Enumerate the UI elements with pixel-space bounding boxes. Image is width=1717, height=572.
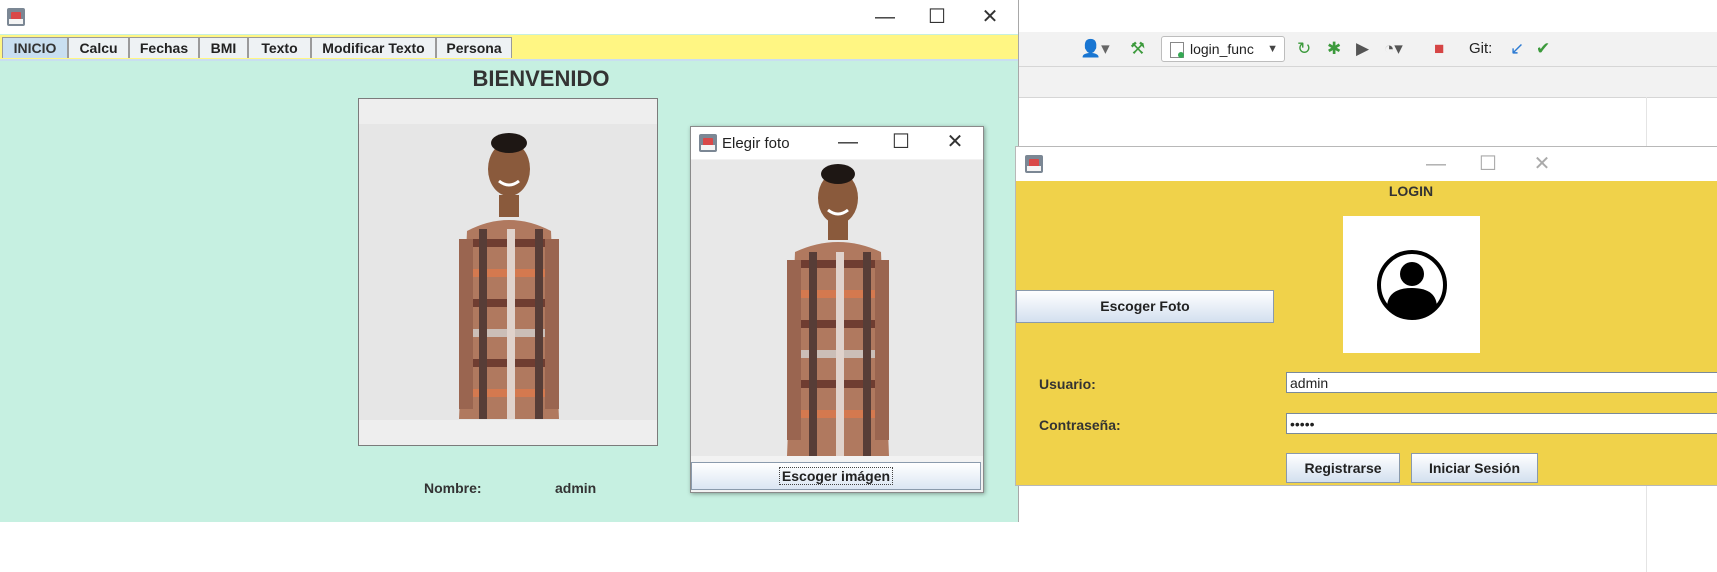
tab-inicio[interactable]: INICIO — [2, 37, 68, 58]
login-heading: LOGIN — [1388, 183, 1434, 199]
photo-preview — [691, 160, 983, 456]
stop-icon[interactable]: ■ — [1434, 40, 1444, 58]
git-label: Git: — [1469, 40, 1493, 57]
run-config-label: login_func — [1190, 41, 1254, 57]
name-label: Nombre: — [424, 480, 482, 496]
coverage-icon[interactable]: ▶ — [1356, 40, 1369, 58]
welcome-heading: BIENVENIDO — [472, 66, 610, 91]
choose-image-label: Escoger imágen — [778, 467, 894, 485]
java-app-icon — [1025, 155, 1043, 173]
minimize-icon[interactable]: — — [825, 126, 871, 158]
username-label: Usuario: — [1039, 376, 1096, 392]
maximize-icon[interactable]: ☐ — [878, 126, 924, 158]
chevron-down-icon: ▼ — [1267, 43, 1278, 55]
status-dot-icon — [1178, 52, 1184, 58]
tab-panel-border — [0, 59, 1018, 61]
debug-bug-icon[interactable]: ✱ — [1327, 40, 1341, 58]
profile-icon[interactable]: ◔▾ — [1384, 40, 1403, 58]
close-icon[interactable]: ✕ — [1519, 147, 1565, 181]
main-titlebar: — ☐ ✕ — [0, 0, 1018, 34]
build-hammer-icon[interactable]: ⚒ — [1130, 40, 1145, 58]
ide-toolbar: 👤▾ ⚒ login_func ▼ ↻ ✱ ▶ ◔▾ ■ Git: ↙ ✔ — [1018, 32, 1717, 67]
dialog-titlebar: Elegir foto — ☐ ✕ — [691, 127, 983, 159]
avatar — [1343, 216, 1480, 353]
java-app-icon — [699, 134, 717, 152]
java-app-icon — [7, 8, 25, 26]
tab-fechas[interactable]: Fechas — [129, 37, 199, 58]
profile-photo — [358, 98, 658, 446]
git-commit-check-icon[interactable]: ✔ — [1536, 40, 1550, 58]
choose-photo-dialog: Elegir foto — ☐ ✕ Escoger imágen — [690, 126, 984, 493]
tab-modificar-texto[interactable]: Modificar Texto — [311, 37, 436, 58]
user-avatar-icon — [1377, 250, 1447, 320]
tab-bmi[interactable]: BMI — [199, 37, 248, 58]
login-titlebar: — ☐ ✕ — [1016, 147, 1717, 181]
rerun-icon[interactable]: ↻ — [1297, 40, 1311, 58]
person-photo-image — [359, 99, 657, 445]
tab-calcu[interactable]: Calcu — [68, 37, 129, 58]
password-field[interactable] — [1286, 413, 1717, 434]
maximize-icon[interactable]: ☐ — [1465, 147, 1511, 181]
password-label: Contraseña: — [1039, 417, 1121, 433]
tab-texto[interactable]: Texto — [248, 37, 311, 58]
minimize-icon[interactable]: — — [1413, 147, 1459, 181]
user-icon[interactable]: 👤▾ — [1080, 40, 1110, 58]
choose-image-button[interactable]: Escoger imágen — [691, 462, 981, 490]
username-field[interactable] — [1286, 372, 1717, 393]
close-icon[interactable]: ✕ — [967, 0, 1013, 34]
run-config-dropdown[interactable]: login_func ▼ — [1161, 36, 1285, 62]
name-value: admin — [555, 480, 597, 496]
register-button[interactable]: Registrarse — [1286, 453, 1400, 483]
login-window: — ☐ ✕ LOGIN Escoger Foto Usuario: Contra… — [1015, 146, 1717, 486]
ide-title-strip — [1018, 0, 1717, 32]
close-icon[interactable]: ✕ — [932, 126, 978, 158]
login-button[interactable]: Iniciar Sesión — [1411, 453, 1538, 483]
minimize-icon[interactable]: — — [862, 0, 908, 34]
person-preview-image — [691, 160, 983, 456]
tab-bar: INICIO Calcu Fechas BMI Texto Modificar … — [0, 35, 1018, 59]
dialog-title: Elegir foto — [722, 135, 790, 152]
choose-photo-button[interactable]: Escoger Foto — [1016, 290, 1274, 323]
tab-persona[interactable]: Persona — [436, 37, 512, 58]
git-update-icon[interactable]: ↙ — [1510, 40, 1524, 58]
ide-subbar — [1018, 67, 1717, 98]
maximize-icon[interactable]: ☐ — [914, 0, 960, 34]
